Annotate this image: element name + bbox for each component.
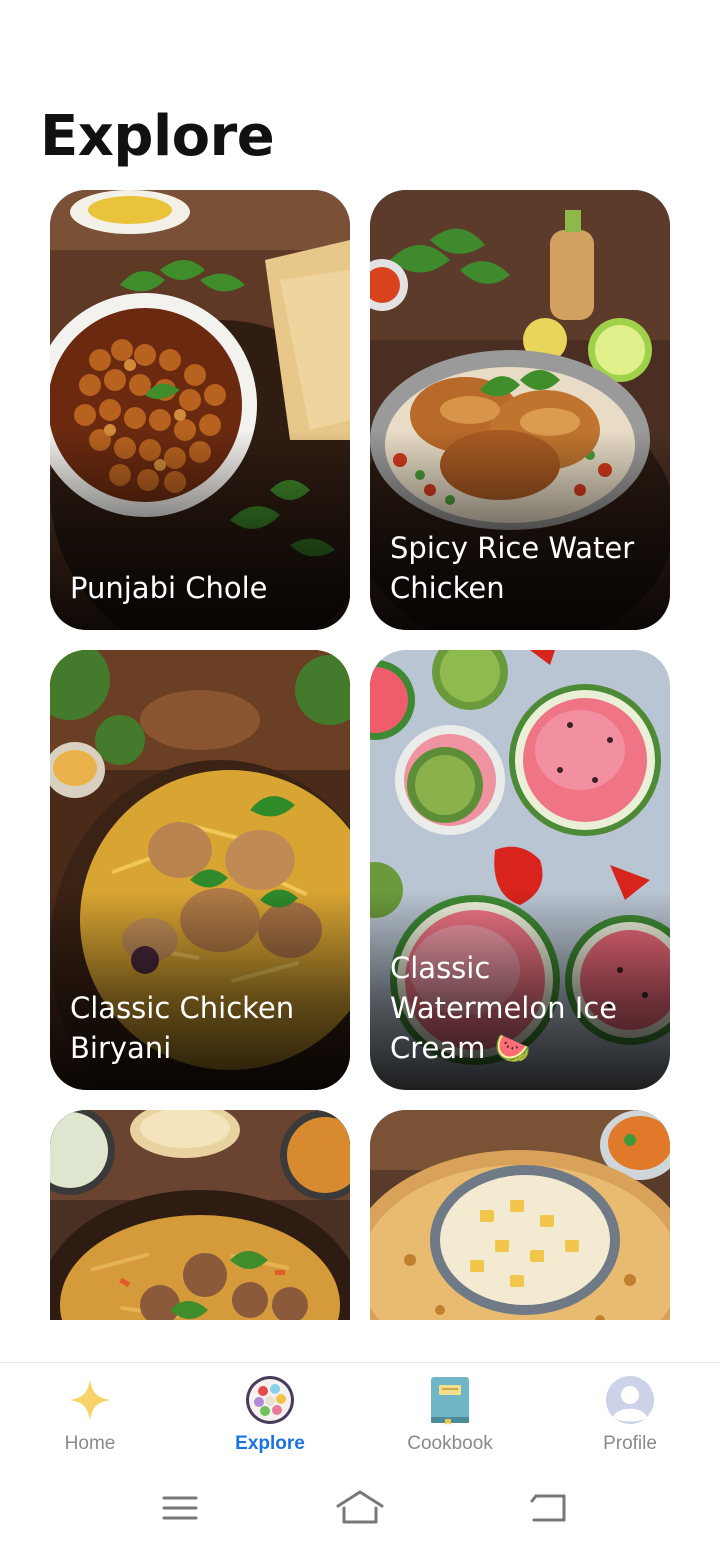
recipe-grid: Punjabi Chole Spicy Rice Water Chicken C… <box>50 190 670 1320</box>
nav-profile-label: Profile <box>603 1433 657 1454</box>
recipe-title: Classic Chicken Biryani <box>70 991 295 1065</box>
recipe-card-classic-chicken-biryani[interactable]: Classic Chicken Biryani <box>50 650 350 1090</box>
profile-icon <box>606 1376 654 1424</box>
recipe-card[interactable] <box>370 1110 670 1320</box>
nav-cookbook-label: Cookbook <box>407 1433 493 1454</box>
explore-screen: Explore Punjabi Chole Spicy Rice Water C… <box>0 0 720 1544</box>
system-nav-bar <box>0 1472 720 1544</box>
cookbook-icon <box>431 1377 469 1425</box>
nav-cookbook[interactable]: Cookbook <box>360 1363 540 1473</box>
recipe-title: Classic Watermelon Ice Cream 🍉 <box>390 951 618 1065</box>
food-plate-icon <box>246 1376 294 1424</box>
page-title: Explore <box>40 104 275 169</box>
nav-explore[interactable]: Explore <box>180 1363 360 1473</box>
back-button[interactable] <box>520 1486 580 1530</box>
back-arrow-icon <box>530 1494 566 1522</box>
recipe-title: Spicy Rice Water Chicken <box>390 531 635 605</box>
house-outline-icon <box>336 1490 384 1524</box>
recipe-card-classic-watermelon-ice-cream[interactable]: Classic Watermelon Ice Cream 🍉 <box>370 650 670 1090</box>
menu-lines-icon <box>162 1496 198 1520</box>
recipe-image <box>370 1110 670 1320</box>
nav-profile[interactable]: Profile <box>540 1363 720 1473</box>
nav-explore-label: Explore <box>235 1433 305 1454</box>
recipe-image <box>50 1110 350 1320</box>
home-system-button[interactable] <box>330 1486 390 1530</box>
recipe-title: Punjabi Chole <box>70 571 268 605</box>
sparkle-icon <box>69 1379 111 1421</box>
nav-home[interactable]: Home <box>0 1363 180 1473</box>
recipe-card-spicy-rice-water-chicken[interactable]: Spicy Rice Water Chicken <box>370 190 670 630</box>
recipe-card-punjabi-chole[interactable]: Punjabi Chole <box>50 190 350 630</box>
recents-button[interactable] <box>150 1486 210 1530</box>
recipe-card[interactable] <box>50 1110 350 1320</box>
nav-home-label: Home <box>64 1433 116 1454</box>
bottom-nav: Home Explore Cookbook Profile <box>0 1362 720 1473</box>
